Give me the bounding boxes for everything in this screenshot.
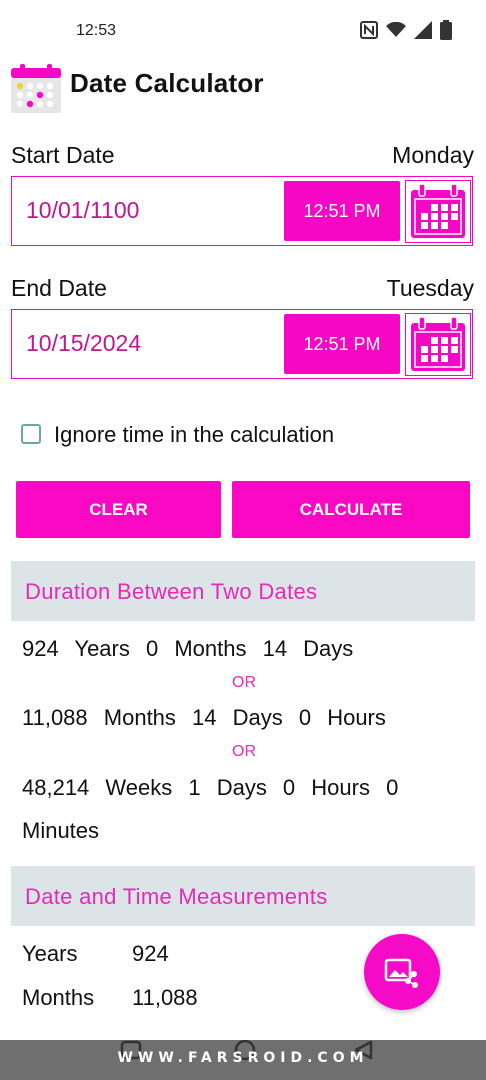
status-icons — [360, 20, 452, 40]
measurements-section-header: Date and Time Measurements — [11, 866, 475, 926]
duration-minutes-line: Minutes — [22, 818, 100, 843]
measurements-title: Date and Time Measurements — [25, 884, 328, 909]
share-image-icon — [384, 958, 418, 988]
battery-icon — [440, 20, 452, 40]
measurement-value: 924 — [132, 941, 169, 966]
start-time-button[interactable]: 12:51 PM — [284, 181, 400, 241]
duration-weeks-line: 48,214 Weeks 1 Days 0 Hours 0 — [22, 775, 399, 800]
end-calendar-button[interactable] — [405, 313, 471, 376]
or-separator: OR — [232, 674, 256, 691]
duration-section-header: Duration Between Two Dates — [11, 561, 475, 621]
ignore-time-label[interactable]: Ignore time in the calculation — [54, 422, 334, 448]
signal-icon — [414, 21, 432, 39]
measurement-label: Months — [22, 985, 95, 1010]
wifi-icon — [386, 22, 406, 37]
share-image-button[interactable] — [364, 934, 440, 1010]
end-date-field[interactable]: 10/15/2024 12:51 PM — [11, 309, 473, 379]
start-date-input[interactable]: 10/01/1100 — [26, 197, 139, 224]
duration-months-line: 11,088 Months 14 Days 0 Hours — [22, 705, 386, 730]
calendar-icon — [411, 316, 465, 371]
end-weekday: Tuesday — [386, 275, 474, 301]
start-date-label: Start Date — [11, 142, 115, 168]
start-calendar-button[interactable] — [405, 180, 471, 243]
or-separator: OR — [232, 743, 256, 760]
duration-title: Duration Between Two Dates — [25, 579, 318, 604]
end-date-label: End Date — [11, 275, 107, 301]
clear-button[interactable]: CLEAR — [16, 481, 221, 538]
calendar-app-icon — [10, 64, 62, 114]
nfc-icon — [360, 21, 378, 39]
measurement-value: 11,088 — [132, 985, 198, 1010]
start-weekday: Monday — [392, 142, 474, 168]
end-time-button[interactable]: 12:51 PM — [284, 314, 400, 374]
watermark: WWW.FARSROID.COM — [117, 1050, 369, 1066]
calendar-icon — [411, 183, 465, 238]
end-date-input[interactable]: 10/15/2024 — [26, 330, 141, 357]
ignore-time-checkbox[interactable] — [21, 424, 41, 444]
status-time: 12:53 — [76, 22, 117, 39]
page-title: Date Calculator — [70, 68, 264, 98]
measurement-label: Years — [22, 941, 78, 966]
calculate-button[interactable]: CALCULATE — [232, 481, 470, 538]
duration-years-line: 924 Years 0 Months 14 Days — [22, 636, 354, 661]
start-date-field[interactable]: 10/01/1100 12:51 PM — [11, 176, 473, 246]
